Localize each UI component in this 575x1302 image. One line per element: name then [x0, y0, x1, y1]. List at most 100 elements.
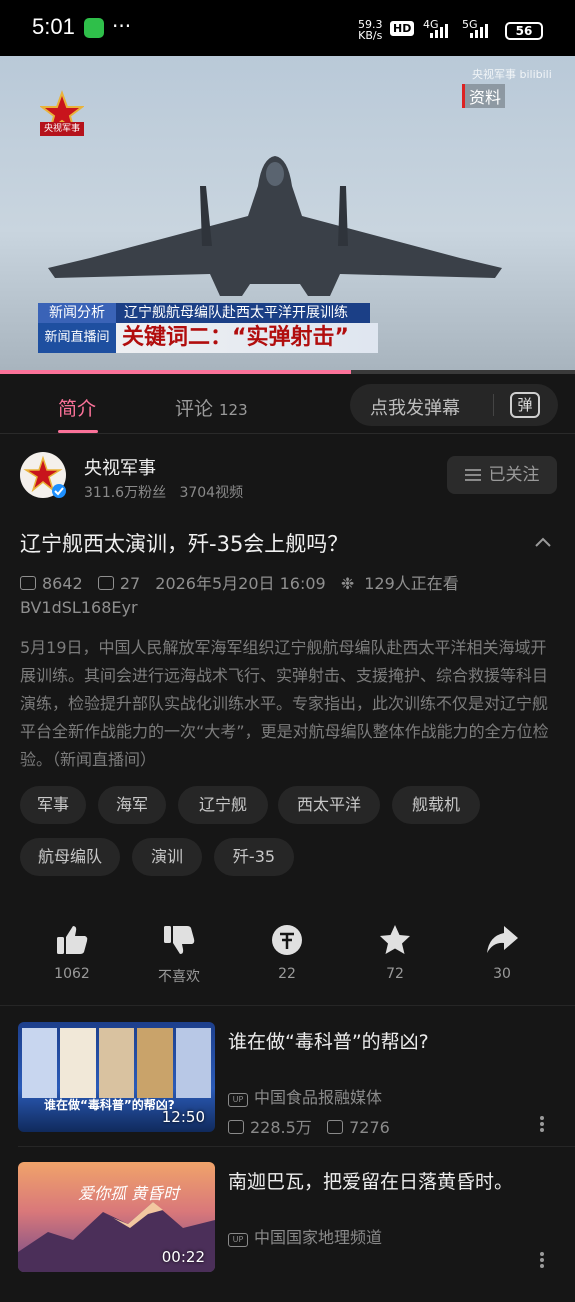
danmaku-count: 27 [119, 574, 141, 593]
comments-count: 123 [219, 401, 248, 419]
dislike-label: 不喜欢 [158, 969, 200, 985]
progress-fill [0, 370, 351, 374]
thumbnail-people [18, 1028, 215, 1098]
hd-voice-icon: HD [390, 21, 415, 36]
status-time: 5:01 [32, 14, 75, 39]
tag-chip[interactable]: 歼-35 [214, 838, 294, 876]
chevron-up-icon[interactable] [534, 534, 552, 552]
tab-bar: 简介 评论 123 点我发弹幕 弹 [0, 376, 575, 434]
shield-app-icon [84, 18, 104, 38]
share-icon [487, 926, 518, 953]
tag-chip[interactable]: 军事 [20, 786, 86, 824]
keyword-caption: 关键词二：“实弹射击” [122, 325, 349, 350]
up-badge-icon: UP [228, 1233, 248, 1247]
status-bar: 5:01 ··· 59.3 KB/s HD 4G 5G 56 [0, 0, 575, 56]
watermark: 央视军事 bilibili [472, 68, 552, 81]
uploader-name[interactable]: 央视军事 [84, 454, 156, 480]
video-thumbnail[interactable]: 谁在做“毒科普”的帮凶? 12:50 [18, 1022, 215, 1132]
danmaku-count-icon [327, 1120, 344, 1134]
coin-button[interactable]: 22 [247, 922, 327, 982]
tag-chip[interactable]: 海军 [98, 786, 166, 824]
video-progress-bar[interactable] [0, 370, 575, 374]
channel-logo-text: 央视军事 [40, 122, 84, 136]
uploader-card: 央视军事 311.6万粉丝 3704视频 已关注 [0, 436, 575, 516]
thumbs-down-icon [164, 926, 195, 954]
divider [18, 1146, 575, 1147]
news-headline: 辽宁舰航母编队赴西太平洋开展训练 [124, 305, 348, 321]
news-caption: 新闻直播间 关键词二：“实弹射击” [38, 323, 378, 353]
tab-comments[interactable]: 评论 123 [175, 394, 248, 421]
danmaku-placeholder: 点我发弹幕 [370, 398, 460, 419]
fighter-jet-image [48, 156, 502, 296]
tab-comments-label: 评论 [175, 398, 214, 420]
favorite-count: 72 [386, 966, 404, 982]
dislike-button[interactable]: 不喜欢 [139, 922, 219, 986]
tab-intro[interactable]: 简介 [58, 394, 96, 421]
play-count-icon [228, 1120, 244, 1134]
verified-badge-icon [52, 484, 66, 498]
danmaku-count-icon [97, 576, 114, 590]
divider [0, 1005, 575, 1006]
tag-chip[interactable]: 航母编队 [20, 838, 120, 876]
signal-bars-icon [470, 24, 488, 38]
play-count-icon [20, 576, 36, 590]
recommended-uploader[interactable]: UP 中国食品报融媒体 [228, 1084, 382, 1108]
more-notifications-icon: ··· [112, 14, 132, 38]
video-title: 辽宁舰西太演训，歼-35会上舰吗？ [20, 532, 349, 556]
video-meta: 8642 27 2026年5月20日 16:09 ❉ 129人正在看 [20, 570, 469, 594]
recommended-uploader-name: 中国国家地理频道 [254, 1228, 383, 1247]
danmaku-toggle-icon[interactable]: 弹 [510, 392, 540, 418]
watching-count: 129人正在看 [364, 574, 459, 593]
tag-chip[interactable]: 辽宁舰 [178, 786, 268, 824]
share-button[interactable]: 30 [462, 922, 542, 982]
recommended-title: 南迦巴瓦，把爱留在日落黄昏时。 [228, 1171, 514, 1193]
up-badge-icon: UP [228, 1093, 248, 1107]
publish-datetime: 2026年5月20日 16:09 [155, 574, 326, 593]
favorite-button[interactable]: 72 [355, 922, 435, 982]
tag-chip[interactable]: 西太平洋 [278, 786, 380, 824]
video-thumbnail[interactable]: 爱你孤 黄昏时 00:22 [18, 1162, 215, 1272]
video-description: 5月19日，中国人民解放军海军组织辽宁舰航母编队赴西太平洋相关海域开展训练。其间… [20, 638, 549, 769]
news-tag: 新闻分析 [38, 303, 116, 323]
coin-icon [272, 925, 302, 955]
net-speed-unit: KB/s [358, 29, 383, 42]
fans-count: 311.6万粉丝 [84, 485, 167, 501]
play-count: 8642 [42, 574, 83, 593]
battery-icon: 56 [505, 22, 543, 40]
action-bar: 1062 不喜欢 22 72 30 [0, 922, 575, 992]
signal-bars-icon [430, 24, 448, 38]
recommended-title: 谁在做“毒科普”的帮凶? [228, 1031, 429, 1053]
archive-label: 资料 [462, 84, 506, 108]
video-duration: 00:22 [161, 1248, 205, 1266]
recommended-danmaku: 7276 [349, 1118, 390, 1137]
more-options-icon[interactable] [540, 1114, 548, 1134]
like-button[interactable]: 1062 [32, 922, 112, 982]
coin-count: 22 [278, 966, 296, 982]
more-options-icon[interactable] [540, 1250, 548, 1270]
video-duration: 12:50 [161, 1108, 205, 1126]
tag-chip[interactable]: 演训 [132, 838, 202, 876]
uploader-stats: 311.6万粉丝 3704视频 [84, 482, 243, 502]
share-count: 30 [493, 966, 511, 982]
bvid: BV1dSL168Eyr [20, 598, 138, 617]
news-ticker: 新闻分析 辽宁舰航母编队赴西太平洋开展训练 [38, 303, 370, 323]
video-player[interactable]: 央视军事 央视军事 bilibili 资料 新闻分析 辽宁舰航母编队赴西太平洋开展… [0, 56, 575, 374]
thumbnail-caption: 谁在做“毒科普”的帮凶? [44, 1098, 175, 1112]
thumbs-up-icon [57, 926, 88, 954]
recommended-uploader-name: 中国食品报融媒体 [254, 1088, 383, 1107]
viewers-icon: ❉ [340, 574, 355, 593]
tag-chip[interactable]: 舰载机 [392, 786, 480, 824]
news-brand: 新闻直播间 [38, 323, 116, 353]
follow-label: 已关注 [488, 465, 540, 485]
recommended-uploader[interactable]: UP 中国国家地理频道 [228, 1224, 382, 1248]
follow-button[interactable]: 已关注 [447, 456, 557, 494]
recommended-video[interactable]: 爱你孤 黄昏时 00:22 南迦巴瓦，把爱留在日落黄昏时。 UP 中国国家地理频道 [0, 1162, 575, 1302]
send-danmaku-button[interactable]: 点我发弹幕 弹 [350, 384, 558, 426]
recommended-video[interactable]: 谁在做“毒科普”的帮凶? 12:50 谁在做“毒科普”的帮凶? UP 中国食品报融… [0, 1022, 575, 1162]
recommended-stats: 228.5万 7276 [228, 1114, 390, 1138]
recommended-plays: 228.5万 [250, 1118, 312, 1137]
active-tab-indicator [58, 430, 98, 433]
menu-icon [464, 466, 481, 484]
video-count: 3704视频 [179, 485, 244, 501]
thumbnail-caption: 爱你孤 黄昏时 [78, 1184, 180, 1203]
